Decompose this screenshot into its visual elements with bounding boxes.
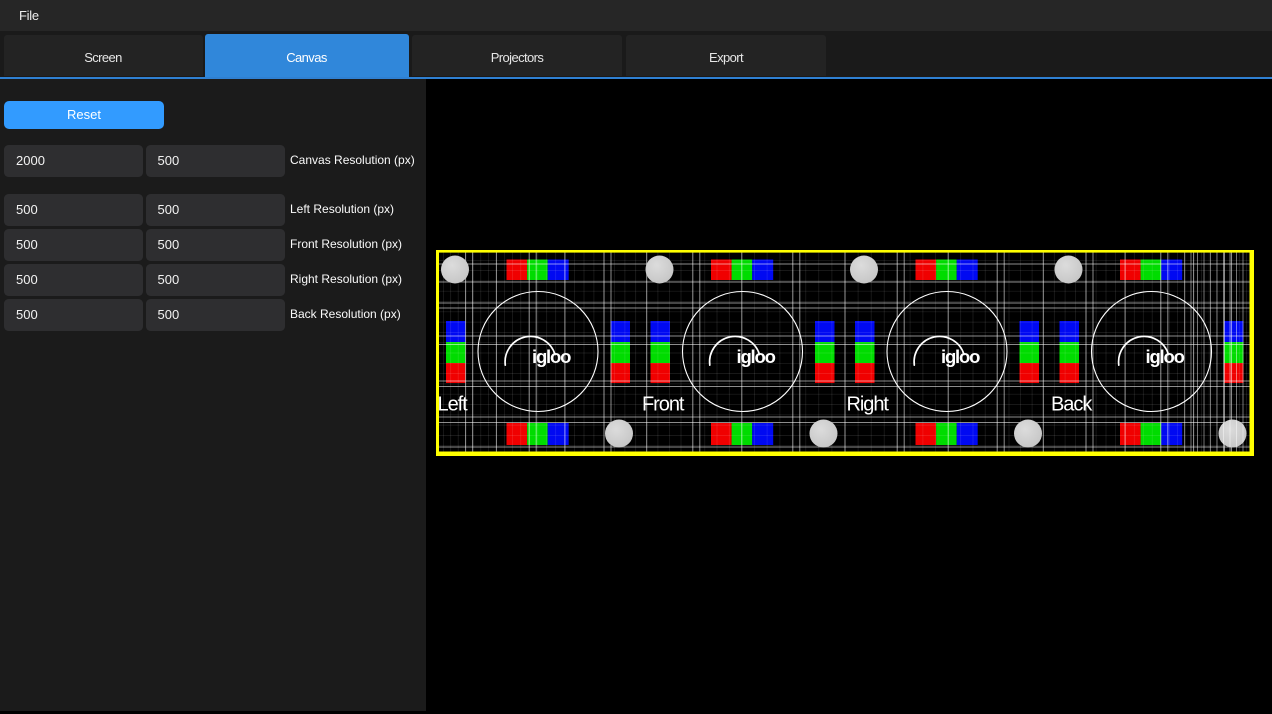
- svg-text:Front: Front: [642, 393, 685, 415]
- svg-text:igloo: igloo: [532, 346, 571, 367]
- svg-text:igloo: igloo: [737, 346, 776, 367]
- svg-text:igloo: igloo: [1146, 346, 1185, 367]
- svg-text:Left: Left: [438, 393, 469, 415]
- svg-text:igloo: igloo: [941, 346, 980, 367]
- svg-text:Back: Back: [1051, 393, 1093, 415]
- svg-text:Right: Right: [847, 393, 890, 415]
